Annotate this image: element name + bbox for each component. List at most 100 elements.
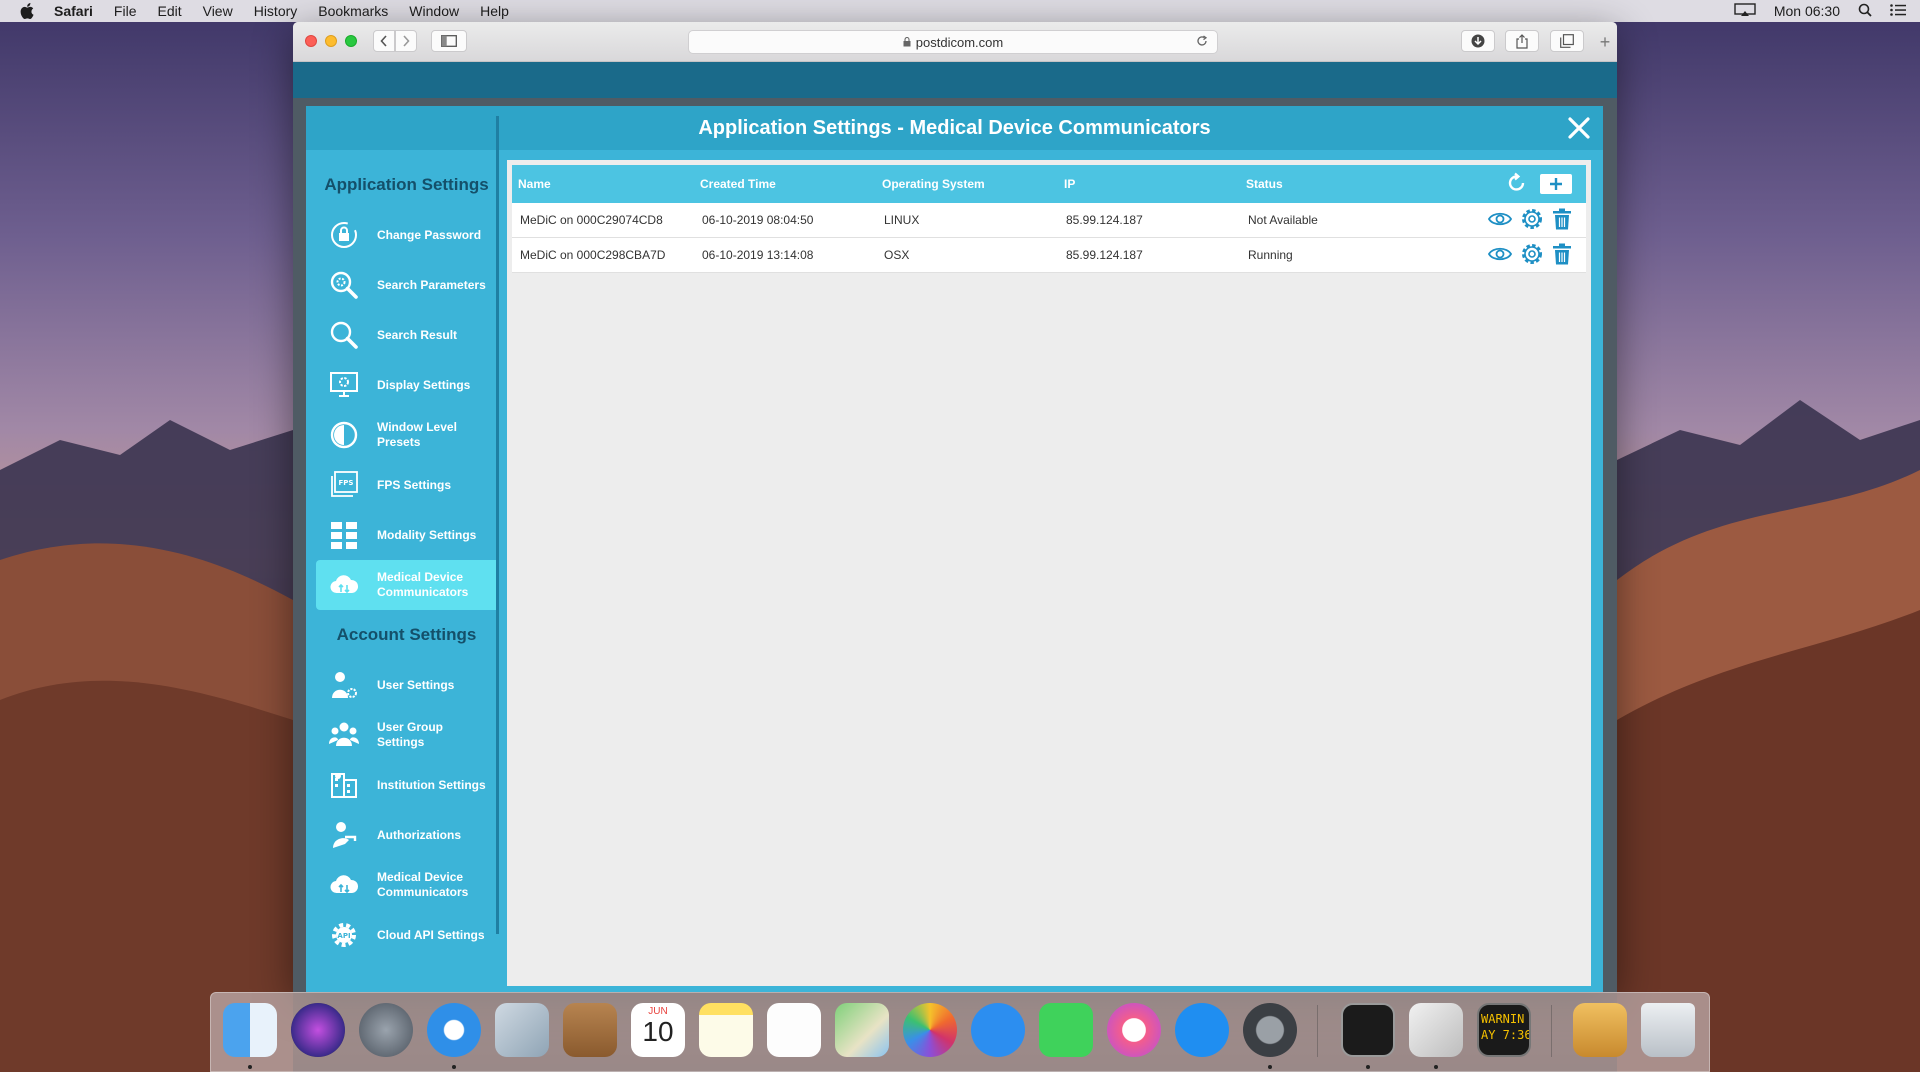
itunes-icon[interactable] (1107, 1003, 1161, 1057)
refresh-button[interactable] (1506, 172, 1528, 197)
sidebar-item-label: Cloud API Settings (377, 927, 485, 942)
console-icon[interactable]: WARNIN AY 7:36 (1477, 1003, 1531, 1057)
photos-icon[interactable] (903, 1003, 957, 1057)
dock: JUN 10 WARNIN AY 7:36 (210, 992, 1710, 1072)
sidebar-item-display-settings[interactable]: Display Settings (316, 360, 497, 410)
table-row[interactable]: MeDiC on 000C298CBA7D 06-10-2019 13:14:0… (512, 238, 1586, 273)
tabs-icon (1560, 34, 1574, 48)
menu-history[interactable]: History (254, 3, 298, 19)
share-icon (1516, 33, 1528, 49)
gear-icon (1522, 208, 1542, 229)
maps-icon[interactable] (835, 1003, 889, 1057)
sidebar-item-institution-settings[interactable]: Institution Settings (316, 760, 497, 810)
header-operating-system[interactable]: Operating System (876, 177, 1058, 191)
address-bar[interactable]: postdicom.com (688, 30, 1218, 54)
fps-icon: FPS (329, 470, 359, 500)
sidebar-item-authorizations[interactable]: Authorizations (316, 810, 497, 860)
header-ip[interactable]: IP (1058, 177, 1240, 191)
share-button[interactable] (1505, 30, 1539, 52)
header-status[interactable]: Status (1240, 177, 1440, 191)
spotlight-icon[interactable] (1858, 3, 1872, 20)
view-button[interactable] (1487, 210, 1513, 231)
settings-button[interactable] (1520, 207, 1544, 234)
apple-icon[interactable] (20, 3, 34, 19)
notes-icon[interactable] (699, 1003, 753, 1057)
reminders-icon[interactable] (767, 1003, 821, 1057)
contrast-icon (329, 420, 359, 450)
sidebar-item-label: Medical Device Communicators (377, 570, 469, 599)
api-gear-icon: API (329, 920, 359, 950)
sidebar-item-user-group-settings[interactable]: User Group Settings (316, 710, 497, 760)
tabs-overview-button[interactable] (1550, 30, 1584, 52)
sidebar-item-fps-settings[interactable]: FPS FPS Settings (316, 460, 497, 510)
sidebar-toggle-button[interactable] (431, 30, 467, 52)
modal-title: Application Settings - Medical Device Co… (306, 106, 1603, 150)
key-user-icon (329, 820, 359, 850)
app-store-icon[interactable] (1175, 1003, 1229, 1057)
finder-icon[interactable] (223, 1003, 277, 1057)
forward-button[interactable] (395, 30, 417, 52)
menu-bar: Safari File Edit View History Bookmarks … (0, 0, 1920, 22)
menu-file[interactable]: File (114, 3, 137, 19)
search-icon (329, 320, 359, 350)
facetime-icon[interactable] (1039, 1003, 1093, 1057)
window-close-button[interactable] (305, 35, 317, 47)
airplay-icon[interactable] (1734, 2, 1756, 20)
menu-view[interactable]: View (203, 3, 233, 19)
search-gear-icon (329, 270, 359, 300)
sidebar-item-search-parameters[interactable]: Search Parameters (316, 260, 497, 310)
trash-bin-icon[interactable] (1641, 1003, 1695, 1057)
calendar-icon[interactable]: JUN 10 (631, 1003, 685, 1057)
sidebar-item-medical-device-communicators[interactable]: Medical Device Communicators (316, 860, 497, 910)
cloud-icon (329, 570, 359, 600)
system-preferences-icon[interactable] (1243, 1003, 1297, 1057)
safari-icon[interactable] (427, 1003, 481, 1057)
view-button[interactable] (1487, 245, 1513, 266)
header-created-time[interactable]: Created Time (694, 177, 876, 191)
running-indicator (1366, 1065, 1370, 1069)
modal-close-button[interactable] (1567, 116, 1591, 140)
table-row[interactable]: MeDiC on 000C29074CD8 06-10-2019 08:04:5… (512, 203, 1586, 238)
sidebar-item-label: Authorizations (377, 827, 461, 842)
sidebar-item-window-level-presets[interactable]: Window Level Presets (316, 410, 497, 460)
back-button[interactable] (373, 30, 395, 52)
lock-small-icon (903, 35, 911, 50)
add-communicator-button[interactable] (1540, 174, 1572, 194)
sidebar-item-search-result[interactable]: Search Result (316, 310, 497, 360)
launchpad-icon[interactable] (359, 1003, 413, 1057)
downloads-stack-icon[interactable] (1573, 1003, 1627, 1057)
sidebar-item-change-password[interactable]: Change Password (316, 210, 497, 260)
terminal-icon[interactable] (1341, 1003, 1395, 1057)
menu-edit[interactable]: Edit (157, 3, 181, 19)
menu-help[interactable]: Help (480, 3, 509, 19)
sidebar-item-user-settings[interactable]: User Settings (316, 660, 497, 710)
cell-operating-system: OSX (884, 248, 910, 262)
contacts-icon[interactable] (563, 1003, 617, 1057)
notification-center-icon[interactable] (1890, 3, 1906, 19)
script-editor-icon[interactable] (1409, 1003, 1463, 1057)
reload-icon[interactable] (1195, 34, 1209, 51)
header-name[interactable]: Name (512, 177, 694, 191)
new-tab-button[interactable]: + (1593, 22, 1617, 62)
users-icon (329, 720, 359, 750)
sidebar-item-label: Institution Settings (377, 777, 486, 792)
menu-window[interactable]: Window (409, 3, 459, 19)
window-minimize-button[interactable] (325, 35, 337, 47)
menubar-clock[interactable]: Mon 06:30 (1774, 3, 1840, 19)
menu-bookmarks[interactable]: Bookmarks (318, 3, 388, 19)
sidebar-item-modality-settings[interactable]: Modality Settings (316, 510, 497, 560)
sidebar-item-cloud-api-settings[interactable]: API Cloud API Settings (316, 910, 497, 960)
menu-safari[interactable]: Safari (54, 3, 93, 19)
delete-button[interactable] (1552, 243, 1572, 268)
downloads-button[interactable] (1461, 30, 1495, 52)
window-zoom-button[interactable] (345, 35, 357, 47)
settings-button[interactable] (1520, 242, 1544, 269)
sidebar-item-medical-device-communicators-active[interactable]: Medical Device Communicators (316, 560, 497, 610)
siri-icon[interactable] (291, 1003, 345, 1057)
settings-modal: Application Settings - Medical Device Co… (306, 106, 1603, 992)
sidebar-scrollbar[interactable] (496, 116, 499, 934)
messages-icon[interactable] (971, 1003, 1025, 1057)
svg-text:API: API (337, 932, 350, 940)
mail-icon[interactable] (495, 1003, 549, 1057)
delete-button[interactable] (1552, 208, 1572, 233)
